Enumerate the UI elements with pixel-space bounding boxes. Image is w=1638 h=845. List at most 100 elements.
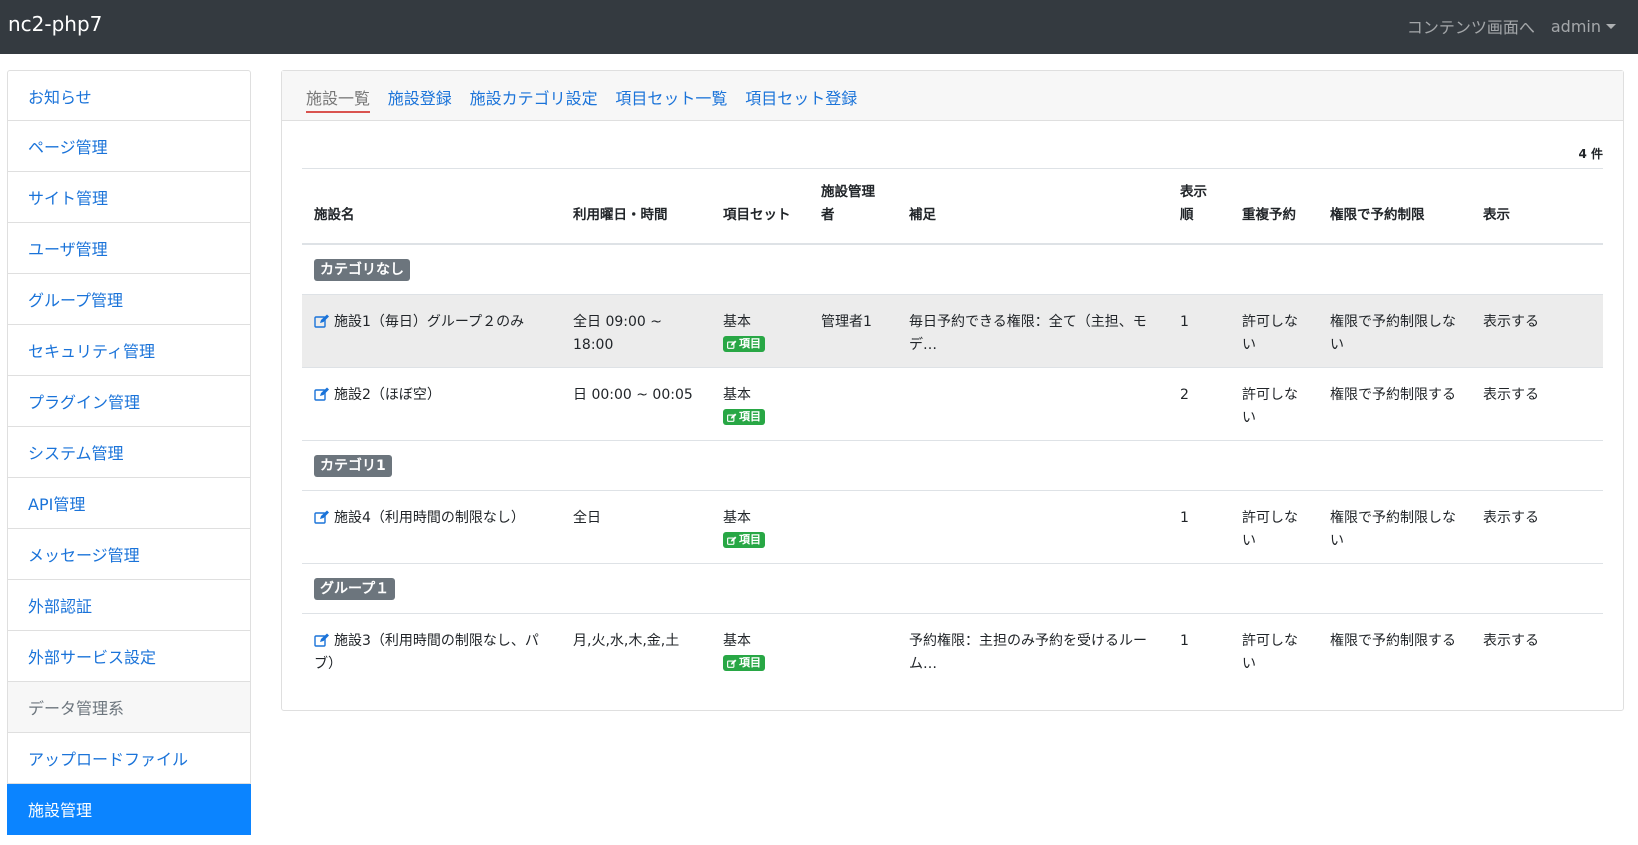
facility-name: 施設1（毎日）グループ２のみ [334, 313, 525, 330]
edit-square-icon[interactable] [314, 314, 330, 328]
item-badge-label: 項目 [739, 337, 761, 350]
cell-hours-text: 月,火,水,木,金,土 [573, 632, 680, 649]
cell-display-text: 表示する [1483, 632, 1539, 649]
cell-note-text: 毎日予約できる権限：全て（主担、モデ… [909, 313, 1147, 353]
item-badge-label: 項目 [739, 533, 761, 546]
category-row: カテゴリ1 [302, 439, 1603, 490]
brand-title[interactable]: nc2-php7 [8, 12, 102, 36]
cell-duplicate: 許可しない [1230, 489, 1318, 563]
table-row: 施設4（利用時間の制限なし） 全日 基本項目 1 許可しない 権限で予約制限しない 表示する [302, 489, 1603, 563]
cell-order-text: 1 [1180, 313, 1189, 330]
cell-display: 表示する [1471, 366, 1603, 440]
cell-duplicate-text: 許可しない [1242, 386, 1298, 426]
cell-manager [809, 366, 897, 440]
contents-screen-link[interactable]: コンテンツ画面へ [1407, 14, 1535, 38]
tab-facility-category[interactable]: 施設カテゴリ設定 [470, 85, 598, 109]
cell-order-text: 1 [1180, 509, 1189, 526]
cell-restriction-text: 権限で予約制限しない [1330, 509, 1456, 549]
cell-order: 1 [1168, 489, 1230, 563]
sidebar-item-external-auth[interactable]: 外部認証 [7, 580, 251, 631]
sidebar-item-page[interactable]: ページ管理 [7, 121, 251, 172]
sidebar-item-site[interactable]: サイト管理 [7, 172, 251, 223]
tab-facility-list[interactable]: 施設一覧 [306, 85, 371, 113]
top-navbar: nc2-php7 コンテンツ画面へ admin [0, 0, 1638, 54]
sidebar-item-message[interactable]: メッセージ管理 [7, 529, 251, 580]
cell-order: 1 [1168, 293, 1230, 367]
cell-duplicate-text: 許可しない [1242, 509, 1298, 549]
facility-name: 施設4（利用時間の制限なし） [334, 509, 525, 526]
facility-name-cell: 施設3（利用時間の制限なし、パブ） [302, 612, 561, 686]
cell-note [897, 489, 1168, 563]
sidebar-item-plugin[interactable]: プラグイン管理 [7, 376, 251, 427]
col-header-itemset: 項目セット [711, 169, 809, 245]
cell-restriction: 権限で予約制限する [1318, 612, 1471, 686]
sidebar-item-facility[interactable]: 施設管理 [7, 784, 251, 835]
sidebar-item-notice[interactable]: お知らせ [7, 70, 251, 121]
cell-duplicate-text: 許可しない [1242, 632, 1298, 672]
category-badge: グループ１ [314, 577, 396, 600]
cell-hours-text: 全日 [573, 509, 601, 526]
category-badge: カテゴリなし [314, 258, 410, 281]
user-dropdown[interactable]: admin [1551, 17, 1616, 36]
cell-hours-text: 日 00:00 ~ 00:05 [573, 386, 693, 403]
record-count: 4 件 [1578, 147, 1603, 161]
sidebar-item-api[interactable]: API管理 [7, 478, 251, 529]
item-badge-label: 項目 [739, 410, 761, 423]
sidebar-item-user[interactable]: ユーザ管理 [7, 223, 251, 274]
tab-itemset-register[interactable]: 項目セット登録 [745, 85, 857, 109]
cell-order: 1 [1168, 612, 1230, 686]
table-row: 施設1（毎日）グループ２のみ 全日 09:00 ~ 18:00 基本 項目 管理者1 毎日… [302, 293, 1603, 367]
item-badge-label: 項目 [739, 656, 761, 669]
sidebar-item-system[interactable]: システム管理 [7, 427, 251, 478]
tab-itemset-list[interactable]: 項目セット一覧 [615, 85, 727, 109]
cell-manager [809, 489, 897, 563]
cell-itemset: 基本項目 [711, 612, 809, 686]
facility-table: 施設名 利用曜日・時間 項目セット 施設管理者 補足 表示順 重複予約 権限で予… [302, 169, 1603, 686]
cell-display-text: 表示する [1483, 313, 1539, 330]
sidebar-item-security[interactable]: セキュリティ管理 [7, 325, 251, 376]
edit-square-icon[interactable] [314, 633, 330, 647]
tab-facility-register[interactable]: 施設登録 [388, 85, 452, 109]
cell-itemset-text: 基本 [723, 632, 751, 649]
cell-hours: 日 00:00 ~ 00:05 [561, 366, 711, 440]
facility-name: 施設2（ほぼ空） [334, 386, 441, 403]
cell-display-text: 表示する [1483, 509, 1539, 526]
cell-hours-text: 全日 09:00 ~ 18:00 [573, 313, 662, 353]
cell-itemset-text: 基本 [723, 509, 751, 526]
col-header-manager: 施設管理者 [809, 169, 897, 245]
cell-note-text: 予約権限：主担のみ予約を受けるルーム… [909, 632, 1147, 672]
cell-hours: 月,火,水,木,金,土 [561, 612, 711, 686]
item-edit-badge[interactable]: 項目 [723, 532, 765, 548]
facility-card: 施設一覧 施設登録 施設カテゴリ設定 項目セット一覧 項目セット登録 4 件 施… [281, 70, 1624, 711]
item-edit-badge[interactable]: 項目 [723, 655, 765, 671]
col-header-duplicate: 重複予約 [1230, 169, 1318, 245]
col-header-name: 施設名 [302, 169, 561, 245]
cell-hours: 全日 09:00 ~ 18:00 [561, 293, 711, 367]
facility-name-cell: 施設1（毎日）グループ２のみ [302, 293, 561, 367]
facility-name-cell: 施設4（利用時間の制限なし） [302, 489, 561, 563]
table-header-row: 施設名 利用曜日・時間 項目セット 施設管理者 補足 表示順 重複予約 権限で予… [302, 169, 1603, 245]
navbar-right: コンテンツ画面へ admin [1407, 14, 1616, 38]
cell-order-text: 1 [1180, 632, 1189, 649]
cell-itemset: 基本 項目 [711, 293, 809, 367]
cell-restriction: 権限で予約制限しない [1318, 489, 1471, 563]
cell-manager: 管理者1 [809, 293, 897, 367]
cell-itemset: 基本項目 [711, 489, 809, 563]
sidebar-item-group[interactable]: グループ管理 [7, 274, 251, 325]
category-row: カテゴリなし [302, 243, 1603, 294]
cell-itemset: 基本項目 [711, 366, 809, 440]
cell-display: 表示する [1471, 489, 1603, 563]
sidebar-item-upload-file[interactable]: アップロードファイル [7, 733, 251, 784]
edit-square-icon[interactable] [314, 387, 330, 401]
cell-hours: 全日 [561, 489, 711, 563]
table-row: 施設3（利用時間の制限なし、パブ） 月,火,水,木,金,土 基本項目 予約権限：主担の… [302, 612, 1603, 686]
edit-square-icon[interactable] [314, 510, 330, 524]
item-edit-badge[interactable]: 項目 [723, 336, 765, 352]
facility-table-body: カテゴリなし 施設1（毎日）グループ２のみ 全日 09:00 ~ 18:00 基本 項目… [302, 243, 1603, 686]
user-name: admin [1550, 16, 1601, 36]
facility-name-cell: 施設2（ほぼ空） [302, 366, 561, 440]
sidebar-item-external-service[interactable]: 外部サービス設定 [7, 631, 251, 682]
item-edit-badge[interactable]: 項目 [723, 409, 765, 425]
col-header-restriction: 権限で予約制限 [1318, 169, 1471, 245]
cell-itemset-text: 基本 [723, 386, 751, 403]
